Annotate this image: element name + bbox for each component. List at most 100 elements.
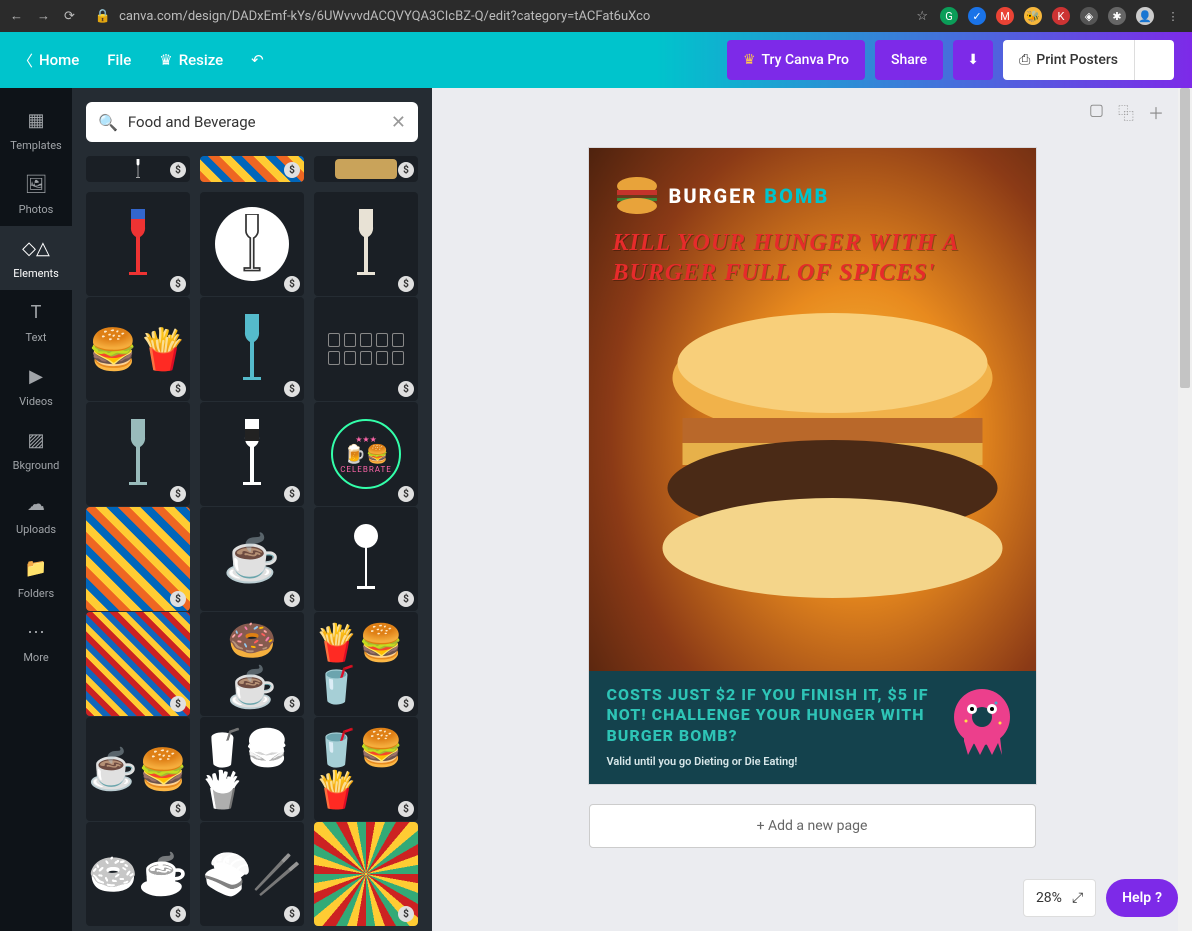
folders-icon: 📁 <box>24 557 48 581</box>
premium-badge: $ <box>398 381 414 397</box>
ext-grammarly-icon[interactable]: G <box>940 7 958 25</box>
file-menu[interactable]: File <box>107 51 131 69</box>
poster-page[interactable]: BURGER BOMB KILL YOUR HUNGER WITH A BURG… <box>589 148 1036 784</box>
premium-badge: $ <box>170 801 186 817</box>
ext-check-icon[interactable]: ✓ <box>968 7 986 25</box>
rail-folders[interactable]: 📁Folders <box>0 546 72 610</box>
star-icon[interactable]: ☆ <box>916 9 928 24</box>
rail-uploads[interactable]: ☁Uploads <box>0 482 72 546</box>
try-pro-button[interactable]: ♛ Try Canva Pro <box>727 40 865 80</box>
premium-badge: $ <box>170 276 186 292</box>
undo-button[interactable]: ↶ <box>251 51 264 69</box>
zoom-controls: 28% ⤢ Help ? <box>1023 879 1178 917</box>
element-tile[interactable]: 🍩☕$ <box>200 612 304 716</box>
more-icon: ⋯ <box>24 621 48 645</box>
home-button[interactable]: 〈 Home <box>18 50 79 71</box>
ext-k-icon[interactable]: K <box>1052 7 1070 25</box>
element-tile[interactable]: 🍣🥢$ <box>200 822 304 926</box>
reload-icon[interactable]: ⟳ <box>64 9 75 24</box>
back-icon[interactable]: ← <box>10 8 23 24</box>
templates-icon: ▦ <box>24 109 48 133</box>
rail-photos[interactable]: 🖼Photos <box>0 162 72 226</box>
element-tile[interactable]: 🍔🍟$ <box>86 297 190 401</box>
element-tile[interactable]: $ <box>200 156 304 182</box>
element-tile[interactable]: ☕$ <box>200 507 304 611</box>
resize-menu[interactable]: ♛ Resize <box>159 51 223 69</box>
element-tile[interactable]: $ <box>200 402 304 506</box>
avatar[interactable]: 👤 <box>1136 7 1154 25</box>
premium-badge: $ <box>398 906 414 922</box>
premium-badge: $ <box>398 162 414 178</box>
element-tile[interactable]: $ <box>200 192 304 296</box>
chevron-left-icon: 〈 <box>18 50 33 71</box>
help-button[interactable]: Help ? <box>1106 879 1178 917</box>
element-tile[interactable]: $ <box>86 156 190 182</box>
premium-badge: $ <box>284 162 300 178</box>
element-tile[interactable]: $ <box>86 507 190 611</box>
rail-elements[interactable]: ◇△Elements <box>0 226 72 290</box>
element-tile[interactable]: $ <box>314 192 418 296</box>
premium-badge: $ <box>284 696 300 712</box>
element-tile[interactable]: ☕🍔$ <box>86 717 190 821</box>
element-tile[interactable]: $ <box>314 507 418 611</box>
element-tile[interactable]: $ <box>86 192 190 296</box>
browser-chrome: ← → ⟳ 🔒 canva.com/design/DADxEmf-kYs/6UW… <box>0 0 1192 32</box>
element-tile[interactable]: 🍟🍔🥤$ <box>314 612 418 716</box>
add-page-icon[interactable]: ＋ <box>1148 100 1164 124</box>
ext-bee-icon[interactable]: 🐝 <box>1024 7 1042 25</box>
videos-icon: ▶ <box>24 365 48 389</box>
forward-icon[interactable]: → <box>37 8 50 24</box>
premium-badge: $ <box>284 486 300 502</box>
rail-more[interactable]: ⋯More <box>0 610 72 674</box>
url-bar[interactable]: 🔒 canva.com/design/DADxEmf-kYs/6UWvvvdAC… <box>87 9 904 24</box>
scrollbar-thumb[interactable] <box>1180 88 1190 388</box>
element-tile[interactable]: ★★★🍺🍔CELEBRATE$ <box>314 402 418 506</box>
rail-videos[interactable]: ▶Videos <box>0 354 72 418</box>
ext-shield-icon[interactable]: ◈ <box>1080 7 1098 25</box>
share-button[interactable]: Share <box>875 40 943 80</box>
fullscreen-icon[interactable]: ⤢ <box>1072 890 1083 906</box>
clear-icon[interactable]: ✕ <box>391 112 406 133</box>
rail-templates[interactable]: ▦Templates <box>0 98 72 162</box>
text-icon: T <box>24 301 48 325</box>
premium-badge: $ <box>170 381 186 397</box>
canvas-area[interactable]: ▢ ⿻ ＋ BURGER BOMB <box>432 88 1192 931</box>
poster-image-area <box>589 288 1036 608</box>
element-tile[interactable]: $ <box>314 822 418 926</box>
help-icon: ? <box>1155 890 1162 906</box>
element-tile[interactable]: $ <box>86 402 190 506</box>
print-icon: ⎙ <box>1019 52 1030 68</box>
search-icon: 🔍 <box>98 113 118 132</box>
crown-icon: ♛ <box>159 51 172 69</box>
rail-text[interactable]: TText <box>0 290 72 354</box>
zoom-box[interactable]: 28% ⤢ <box>1023 879 1096 917</box>
search-box[interactable]: 🔍 ✕ <box>86 102 418 142</box>
footer-subtext: Valid until you go Dieting or Die Eating… <box>607 755 936 768</box>
print-dropdown[interactable]: ⌄ <box>1134 40 1174 80</box>
element-tile[interactable]: $ <box>314 297 418 401</box>
photos-icon: 🖼 <box>24 173 48 197</box>
add-page-button[interactable]: + Add a new page <box>589 804 1036 848</box>
search-input[interactable] <box>128 113 381 131</box>
scrollbar[interactable] <box>1178 88 1192 931</box>
footer-headline: COSTS JUST $2 IF YOU FINISH IT, $5 IF NO… <box>607 685 936 747</box>
notes-icon[interactable]: ▢ <box>1089 100 1104 124</box>
print-button[interactable]: ⎙ Print Posters <box>1003 40 1134 80</box>
premium-badge: $ <box>170 906 186 922</box>
rail-bkground[interactable]: ▨Bkground <box>0 418 72 482</box>
ext-mail-icon[interactable]: M <box>996 7 1014 25</box>
ext-star-icon[interactable]: ✱ <box>1108 7 1126 25</box>
page-controls: ▢ ⿻ ＋ <box>1089 100 1164 124</box>
duplicate-icon[interactable]: ⿻ <box>1118 100 1134 124</box>
donut-icon <box>946 685 1018 757</box>
element-tile[interactable]: $ <box>200 297 304 401</box>
element-tile[interactable]: 🍩☕$ <box>86 822 190 926</box>
premium-badge: $ <box>398 276 414 292</box>
download-button[interactable]: ⬇ <box>953 40 993 80</box>
element-tile[interactable]: 🥤🍔🍟$ <box>314 717 418 821</box>
element-tile[interactable]: 🥤🍔🍟$ <box>200 717 304 821</box>
element-tile[interactable]: $ <box>314 156 418 182</box>
elements-grid: $ $ $ $ $ $ 🍔🍟$ $ $ $ $ ★★★🍺🍔CELEBRATE$ … <box>72 156 432 931</box>
menu-icon[interactable]: ⋮ <box>1164 7 1182 25</box>
element-tile[interactable]: $ <box>86 612 190 716</box>
